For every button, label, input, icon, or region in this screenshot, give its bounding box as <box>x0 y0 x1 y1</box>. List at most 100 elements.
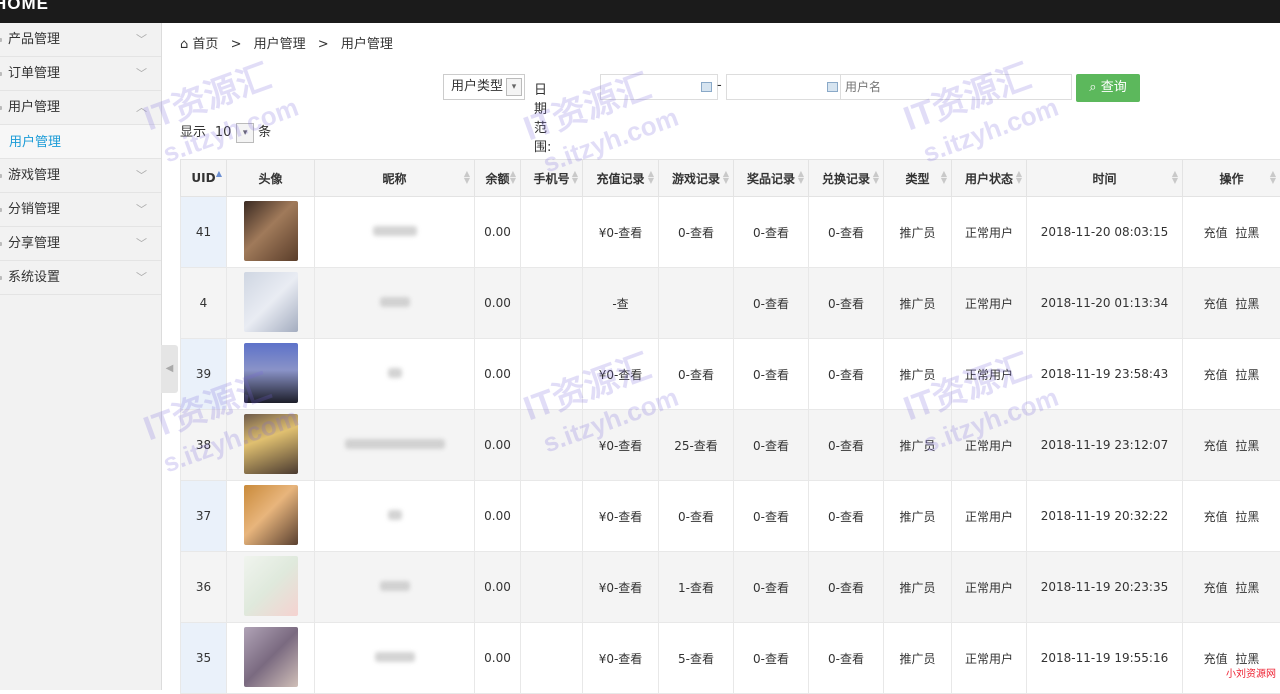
column-header-game[interactable]: 游戏记录▲▼ <box>659 160 734 197</box>
search-button-label: 查询 <box>1101 80 1127 95</box>
breadcrumb-home[interactable]: 首页 <box>192 37 218 52</box>
breadcrumb-separator: > <box>318 37 329 52</box>
cell-type: 推广员 <box>884 339 952 410</box>
cell-prize-link[interactable]: 0-查看 <box>734 197 809 268</box>
recharge-button[interactable]: 充值 <box>1204 652 1228 666</box>
sidebar-subitem-user-management[interactable]: 用户管理 <box>0 125 161 159</box>
sidebar-item-users[interactable]: 用户管理 ︿ <box>0 91 161 125</box>
sort-icon: ▲▼ <box>798 170 804 184</box>
sidebar-item-sharing[interactable]: 分享管理 ﹀ <box>0 227 161 261</box>
cell-game-link[interactable]: 1-查看 <box>659 552 734 623</box>
recharge-button[interactable]: 充值 <box>1204 368 1228 382</box>
column-header-time[interactable]: 时间▲▼ <box>1027 160 1183 197</box>
cell-game-link[interactable]: 0-查看 <box>659 481 734 552</box>
calendar-icon[interactable] <box>827 82 838 92</box>
user-type-select[interactable]: 用户类型 ▾ <box>443 74 525 100</box>
search-button[interactable]: ⌕ 查询 <box>1076 74 1140 102</box>
cell-recharge-link[interactable]: ¥0-查看 <box>583 481 659 552</box>
cell-exchange-link[interactable]: 0-查看 <box>809 268 884 339</box>
column-header-recharge[interactable]: 充值记录▲▼ <box>583 160 659 197</box>
cell-game-link[interactable]: 5-查看 <box>659 623 734 694</box>
column-header-phone[interactable]: 手机号▲▼ <box>521 160 583 197</box>
sort-icon: ▲▼ <box>1270 170 1276 184</box>
column-header-balance[interactable]: 余额▲▼ <box>475 160 521 197</box>
recharge-button[interactable]: 充值 <box>1204 581 1228 595</box>
menu-icon <box>0 72 2 76</box>
cell-nickname <box>315 339 475 410</box>
cell-prize-link[interactable]: 0-查看 <box>734 481 809 552</box>
sort-icon: ▲▼ <box>572 170 578 184</box>
cell-nickname <box>315 410 475 481</box>
chevron-down-icon: ﹀ <box>136 227 147 260</box>
column-header-prize[interactable]: 奖品记录▲▼ <box>734 160 809 197</box>
cell-actions: 充值 拉黑 <box>1183 339 1280 410</box>
breadcrumb-level1[interactable]: 用户管理 <box>254 37 306 52</box>
cell-status: 正常用户 <box>952 481 1027 552</box>
cell-game-link[interactable]: 0-查看 <box>659 339 734 410</box>
cell-game-link[interactable] <box>659 268 734 339</box>
cell-exchange-link[interactable]: 0-查看 <box>809 410 884 481</box>
cell-nickname <box>315 552 475 623</box>
calendar-icon[interactable] <box>701 82 712 92</box>
sidebar-item-products[interactable]: 产品管理 ﹀ <box>0 23 161 57</box>
column-header-uid[interactable]: UID▲ <box>181 160 227 197</box>
cell-prize-link[interactable]: 0-查看 <box>734 410 809 481</box>
cell-recharge-link[interactable]: ¥0-查看 <box>583 623 659 694</box>
start-date-input[interactable] <box>600 74 718 100</box>
recharge-button[interactable]: 充值 <box>1204 510 1228 524</box>
cell-balance: 0.00 <box>475 552 521 623</box>
column-header-type[interactable]: 类型▲▼ <box>884 160 952 197</box>
sidebar-item-settings[interactable]: 系统设置 ﹀ <box>0 261 161 295</box>
cell-game-link[interactable]: 0-查看 <box>659 197 734 268</box>
cell-prize-link[interactable]: 0-查看 <box>734 268 809 339</box>
brand-title[interactable]: HOME <box>0 0 49 14</box>
cell-recharge-link[interactable]: ¥0-查看 <box>583 552 659 623</box>
cell-exchange-link[interactable]: 0-查看 <box>809 339 884 410</box>
cell-prize-link[interactable]: 0-查看 <box>734 623 809 694</box>
cell-recharge-link[interactable]: ¥0-查看 <box>583 197 659 268</box>
cell-recharge-link[interactable]: -查 <box>583 268 659 339</box>
cell-balance: 0.00 <box>475 339 521 410</box>
cell-recharge-link[interactable]: ¥0-查看 <box>583 339 659 410</box>
cell-nickname <box>315 197 475 268</box>
block-button[interactable]: 拉黑 <box>1235 439 1259 453</box>
table-row: 350.00¥0-查看5-查看0-查看0-查看推广员正常用户2018-11-19… <box>181 623 1280 694</box>
column-header-actions[interactable]: 操作▲▼ <box>1183 160 1280 197</box>
chevron-down-icon: ﹀ <box>136 159 147 192</box>
end-date-input[interactable] <box>726 74 844 100</box>
cell-phone <box>521 197 583 268</box>
cell-exchange-link[interactable]: 0-查看 <box>809 481 884 552</box>
recharge-button[interactable]: 充值 <box>1204 439 1228 453</box>
recharge-button[interactable]: 充值 <box>1204 297 1228 311</box>
block-button[interactable]: 拉黑 <box>1235 581 1259 595</box>
menu-icon <box>0 38 2 42</box>
page-size-value[interactable]: 10 <box>210 125 236 140</box>
cell-avatar <box>227 197 315 268</box>
block-button[interactable]: 拉黑 <box>1235 297 1259 311</box>
sidebar-item-games[interactable]: 游戏管理 ﹀ <box>0 159 161 193</box>
block-button[interactable]: 拉黑 <box>1235 510 1259 524</box>
sidebar-item-distribution[interactable]: 分销管理 ﹀ <box>0 193 161 227</box>
cell-phone <box>521 623 583 694</box>
cell-game-link[interactable]: 25-查看 <box>659 410 734 481</box>
column-header-nickname[interactable]: 昵称▲▼ <box>315 160 475 197</box>
cell-prize-link[interactable]: 0-查看 <box>734 552 809 623</box>
chevron-down-icon[interactable]: ▾ <box>236 123 254 143</box>
block-button[interactable]: 拉黑 <box>1235 652 1259 666</box>
cell-prize-link[interactable]: 0-查看 <box>734 339 809 410</box>
block-button[interactable]: 拉黑 <box>1235 226 1259 240</box>
recharge-button[interactable]: 充值 <box>1204 226 1228 240</box>
block-button[interactable]: 拉黑 <box>1235 368 1259 382</box>
chevron-down-icon: ﹀ <box>136 193 147 226</box>
column-header-exchange[interactable]: 兑换记录▲▼ <box>809 160 884 197</box>
column-header-status[interactable]: 用户状态▲▼ <box>952 160 1027 197</box>
username-input[interactable] <box>840 74 1072 100</box>
cell-exchange-link[interactable]: 0-查看 <box>809 623 884 694</box>
cell-balance: 0.00 <box>475 623 521 694</box>
cell-exchange-link[interactable]: 0-查看 <box>809 552 884 623</box>
cell-exchange-link[interactable]: 0-查看 <box>809 197 884 268</box>
column-header-avatar[interactable]: 头像 <box>227 160 315 197</box>
sidebar-item-orders[interactable]: 订单管理 ﹀ <box>0 57 161 91</box>
cell-recharge-link[interactable]: ¥0-查看 <box>583 410 659 481</box>
menu-icon <box>0 174 2 178</box>
